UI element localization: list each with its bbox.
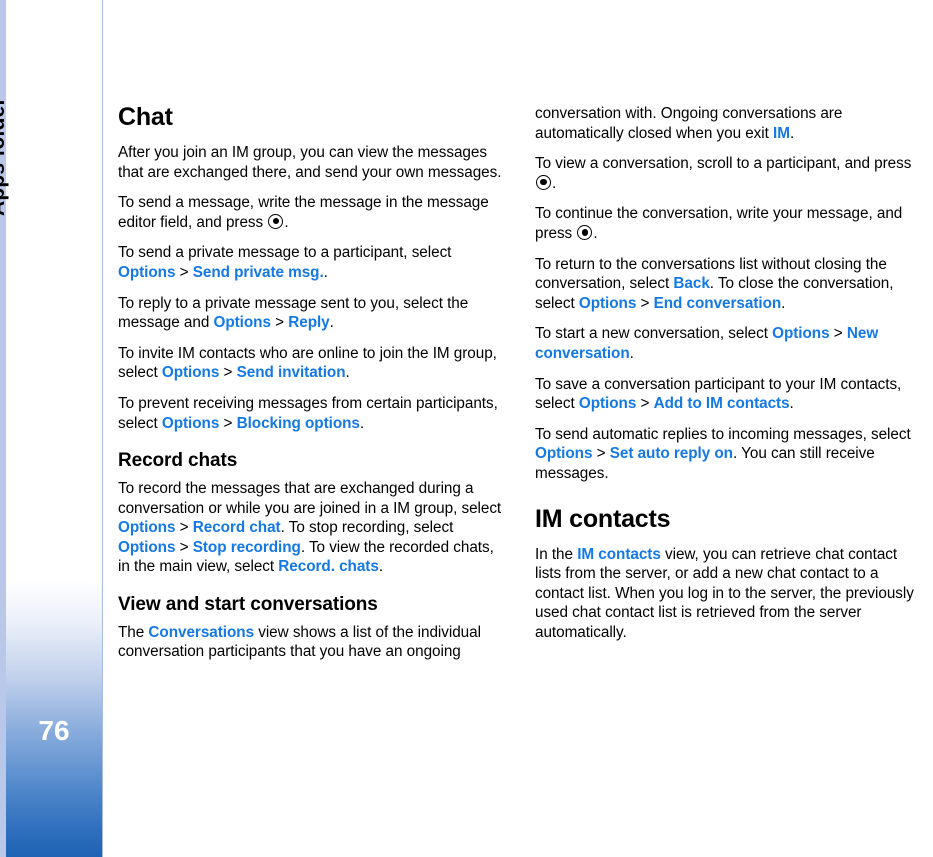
text-run: . bbox=[789, 124, 795, 142]
menu-ref-send-private-msg: Send private msg. bbox=[192, 263, 324, 281]
subsection-heading-record-chats: Record chats bbox=[118, 450, 238, 472]
text-run: . bbox=[329, 314, 334, 332]
menu-ref-options: Options bbox=[118, 519, 176, 537]
text-run: . bbox=[359, 414, 365, 432]
text-run: To record the messages that are exchange… bbox=[118, 480, 502, 517]
paragraph-ongoing-conversations: conversation with. Ongoing conversations… bbox=[535, 104, 926, 143]
paragraph-view-conversation: To view a conversation, scroll to a part… bbox=[535, 154, 926, 193]
paragraph-return-to-list: To return to the conversations list with… bbox=[535, 255, 926, 314]
menu-separator: > bbox=[275, 314, 285, 332]
text-run: In the bbox=[535, 545, 578, 563]
menu-separator: > bbox=[223, 364, 233, 382]
paragraph-conversations-view: The Conversations view shows a list of t… bbox=[118, 623, 509, 662]
chapter-tab-label: Apps folder bbox=[0, 97, 9, 216]
menu-ref-options: Options bbox=[578, 294, 637, 312]
paragraph-reply-private-message: To reply to a private message sent to yo… bbox=[118, 294, 509, 333]
menu-separator: > bbox=[640, 294, 650, 312]
text-run: To start a new conversation, select bbox=[535, 325, 773, 343]
left-text-column: Chat After you join an IM group, you can… bbox=[118, 104, 509, 662]
paragraph-send-message: To send a message, write the message in … bbox=[118, 193, 509, 232]
text-run: . bbox=[378, 558, 384, 576]
menu-separator: > bbox=[179, 519, 189, 537]
text-run: . bbox=[629, 344, 634, 362]
text-run: . bbox=[323, 263, 328, 281]
menu-ref-im: IM bbox=[773, 124, 790, 142]
menu-separator: > bbox=[640, 395, 650, 413]
menu-ref-options: Options bbox=[118, 263, 176, 281]
sidebar-chapter-tab: Apps folder 76 bbox=[0, 0, 103, 857]
menu-ref-blocking-options: Blocking options bbox=[236, 414, 360, 432]
menu-ref-options: Options bbox=[118, 538, 176, 556]
page-content: Chat After you join an IM group, you can… bbox=[118, 0, 933, 857]
menu-ref-record-chat: Record chat bbox=[192, 519, 281, 537]
menu-ref-send-invitation: Send invitation bbox=[236, 364, 346, 382]
paragraph-im-contacts-view: In the IM contacts view, you can retriev… bbox=[535, 545, 926, 643]
text-run: After you join an IM group, you can view… bbox=[118, 144, 502, 181]
menu-ref-end-conversation: End conversation bbox=[653, 294, 782, 312]
scroll-key-icon bbox=[268, 213, 284, 229]
scroll-key-icon bbox=[577, 224, 593, 240]
menu-ref-options: Options bbox=[161, 414, 220, 432]
menu-separator: > bbox=[179, 263, 189, 281]
page-number: 76 bbox=[38, 715, 70, 746]
text-run: conversation with. Ongoing conversations… bbox=[535, 105, 843, 142]
paragraph-blocking-options: To prevent receiving messages from certa… bbox=[118, 394, 509, 433]
text-run: To send a private message to a participa… bbox=[118, 244, 452, 262]
menu-ref-set-auto-reply-on: Set auto reply on bbox=[609, 445, 733, 463]
paragraph-join-im-group: After you join an IM group, you can view… bbox=[118, 143, 509, 182]
menu-ref-conversations: Conversations bbox=[148, 623, 255, 641]
menu-ref-options: Options bbox=[578, 395, 637, 413]
menu-ref-options: Options bbox=[535, 445, 593, 463]
menu-ref-add-to-im-contacts: Add to IM contacts bbox=[653, 395, 790, 413]
text-run: To send automatic replies to incoming me… bbox=[535, 425, 911, 443]
menu-ref-record-chats: Record. chats bbox=[278, 558, 379, 576]
menu-ref-options: Options bbox=[161, 364, 220, 382]
menu-separator: > bbox=[223, 414, 233, 432]
menu-ref-options: Options bbox=[772, 325, 830, 343]
right-text-column: conversation with. Ongoing conversations… bbox=[535, 104, 926, 642]
section-heading-chat: Chat bbox=[118, 103, 173, 131]
text-run: . bbox=[284, 213, 289, 231]
text-run: . bbox=[593, 224, 598, 242]
paragraph-invite-contacts: To invite IM contacts who are online to … bbox=[118, 344, 509, 383]
section-heading-im-contacts: IM contacts bbox=[535, 504, 671, 533]
paragraph-send-private-message: To send a private message to a participa… bbox=[118, 243, 509, 282]
text-run: . To stop recording, select bbox=[280, 519, 454, 537]
paragraph-record-chat: To record the messages that are exchange… bbox=[118, 479, 509, 577]
text-run: . bbox=[552, 174, 557, 192]
menu-separator: > bbox=[833, 325, 843, 343]
menu-ref-reply: Reply bbox=[288, 314, 330, 332]
paragraph-new-conversation: To start a new conversation, select Opti… bbox=[535, 324, 926, 363]
menu-ref-stop-recording: Stop recording bbox=[192, 538, 301, 556]
menu-separator: > bbox=[179, 538, 189, 556]
text-run: To send a message, write the message in … bbox=[118, 194, 489, 231]
menu-ref-back: Back bbox=[673, 275, 710, 293]
subsection-heading-view-start-conversations: View and start conversations bbox=[118, 593, 378, 615]
paragraph-add-to-im-contacts: To save a conversation participant to yo… bbox=[535, 375, 926, 414]
scroll-key-icon bbox=[536, 174, 551, 190]
text-run: . bbox=[345, 364, 350, 382]
text-run: To view a conversation, scroll to a part… bbox=[535, 155, 912, 173]
menu-ref-options: Options bbox=[213, 314, 271, 332]
text-run: . bbox=[781, 294, 786, 312]
paragraph-auto-reply: To send automatic replies to incoming me… bbox=[535, 425, 926, 484]
menu-separator: > bbox=[596, 445, 606, 463]
text-run: The bbox=[118, 623, 149, 641]
text-run: . bbox=[789, 395, 794, 413]
menu-ref-im-contacts: IM contacts bbox=[577, 545, 661, 563]
paragraph-continue-conversation: To continue the conversation, write your… bbox=[535, 204, 926, 243]
